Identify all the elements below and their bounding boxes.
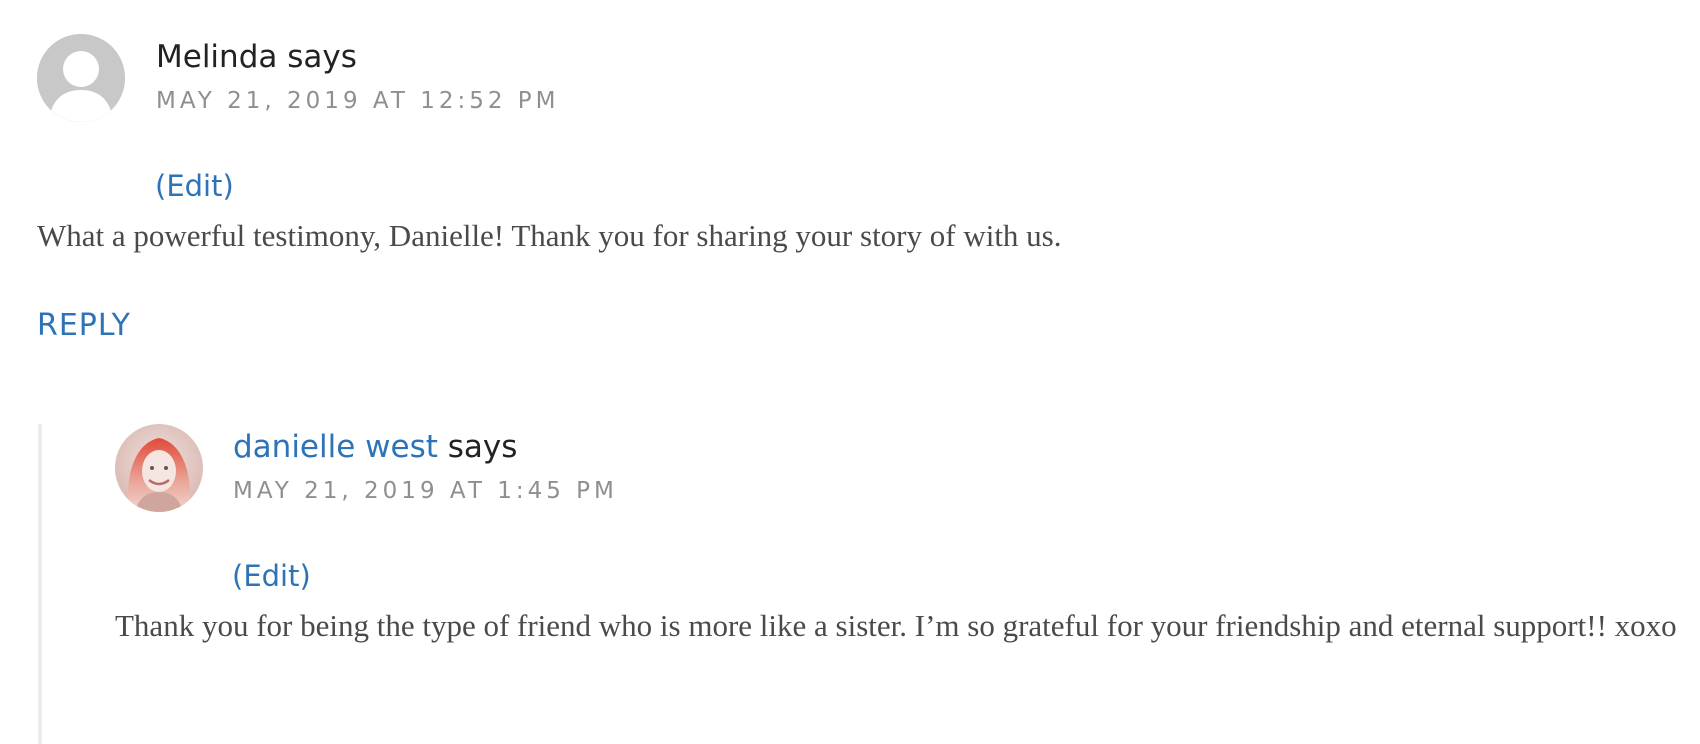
comment-author-line: danielle west says	[233, 429, 517, 465]
comment-date-link[interactable]: MAY 21, 2019 AT 12:52 PM	[156, 88, 560, 114]
comment-body-text: What a powerful testimony, Danielle! Tha…	[37, 218, 1062, 253]
reply-button[interactable]: REPLY	[37, 308, 131, 343]
comment: Melinda says MAY 21, 2019 AT 12:52 PM (E…	[0, 0, 1700, 400]
edit-comment-link[interactable]: (Edit)	[232, 559, 311, 593]
comment-author-line: Melinda says	[156, 39, 357, 75]
comment-body-text: Thank you for being the type of friend w…	[115, 608, 1677, 643]
edit-comment-link[interactable]: (Edit)	[155, 169, 234, 203]
comment-reply: danielle west says MAY 21, 2019 AT 1:45 …	[0, 400, 1700, 744]
default-avatar-icon	[37, 34, 125, 122]
user-photo-avatar	[115, 424, 203, 512]
says-label: says	[287, 39, 357, 75]
comment-author-link[interactable]: danielle west	[233, 429, 438, 465]
says-label: says	[447, 429, 518, 465]
comment-date-link[interactable]: MAY 21, 2019 AT 1:45 PM	[233, 478, 618, 504]
comment-author-name: Melinda	[156, 39, 278, 75]
